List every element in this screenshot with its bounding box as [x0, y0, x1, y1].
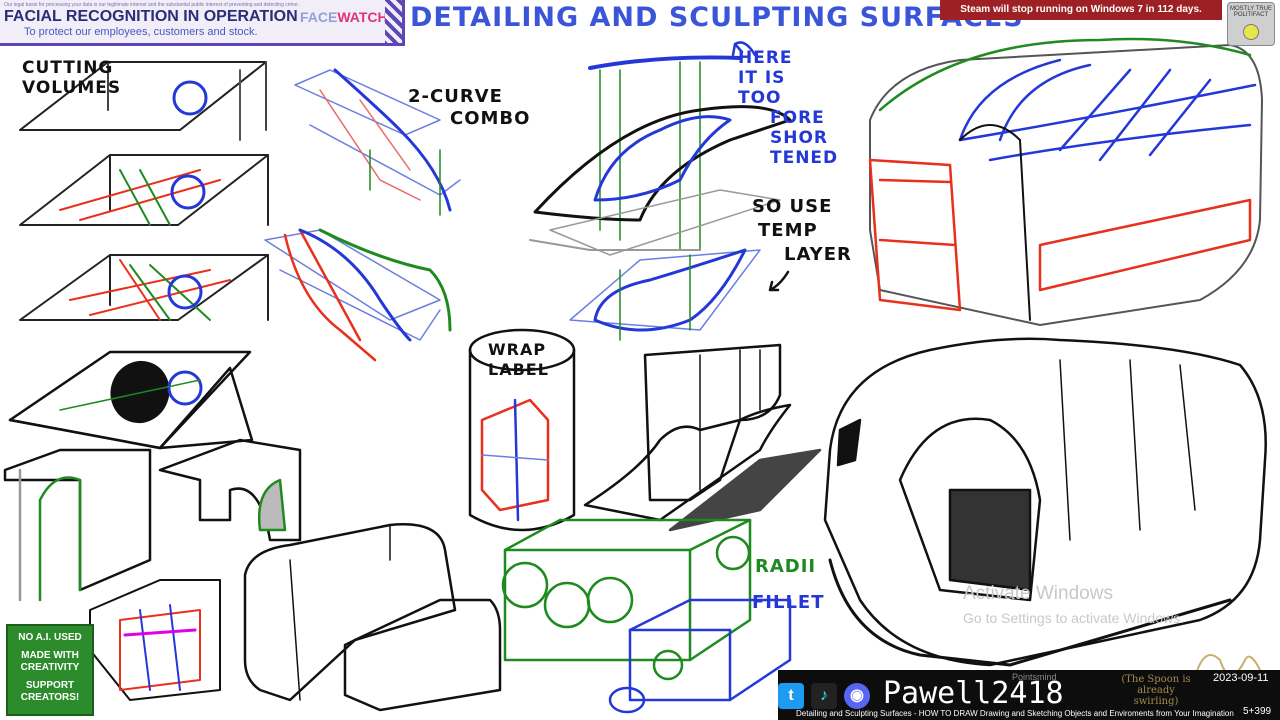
cutting-volume-box-4: [8, 350, 254, 450]
banner-subline: To protect our employees, customers and …: [24, 26, 258, 38]
steam-notice[interactable]: Steam will stop running on Windows 7 in …: [940, 0, 1222, 20]
banner-headline: FACIAL RECOGNITION IN OPERATION: [4, 8, 298, 25]
label-foreshortened: HERE IT IS TOO FORE SHOR TENED: [738, 48, 839, 168]
fillet-box: [608, 598, 792, 714]
activate-windows-subtitle: Go to Settings to activate Windows.: [963, 610, 1184, 626]
label-wrap-label: WRAP LABEL: [488, 340, 549, 379]
points-label: Pointsmind: [1012, 672, 1057, 682]
stream-date: 2023-09-11: [1213, 672, 1269, 684]
label-radii: RADII: [755, 556, 817, 577]
mostly-true-badge: MOSTLY TRUE POLITIFACT: [1227, 2, 1275, 46]
stepped-box-shape: [243, 523, 502, 712]
radii-box: [501, 518, 752, 662]
facewatch-logo: FACEWATCH: [300, 9, 388, 25]
arrow-temp: [768, 270, 790, 292]
page-title: DETAILING AND SCULPTING SURFACES: [410, 2, 1024, 33]
twitter-icon[interactable]: t: [778, 683, 804, 709]
frame-counter: 5+399: [1243, 706, 1272, 717]
spoon-caption: (The Spoon is already swirling): [1121, 674, 1191, 707]
no-ai-badge: NO A.I. USED MADE WITH CREATIVITY SUPPORT …: [6, 624, 94, 716]
label-two-curve: 2-CURVE COMBO: [408, 86, 531, 129]
arch-shape-left: [3, 448, 152, 602]
label-cutting-volumes: CUTTING VOLUMES: [22, 58, 122, 98]
video-caption: Detailing and Sculpting Surfaces - HOW T…: [796, 709, 1234, 718]
cutting-volume-box-3: [19, 254, 269, 321]
bus-sketch-top: [868, 37, 1263, 326]
facial-recognition-banner: Our legal basis for processing your data…: [0, 0, 405, 46]
label-temp-layer: SO USE TEMP LAYER: [752, 196, 852, 265]
tiktok-icon[interactable]: ♪: [811, 683, 837, 709]
arch-shape-right: [158, 438, 302, 542]
discord-icon[interactable]: ◉: [844, 683, 870, 709]
banner-stripe: [385, 0, 402, 43]
label-fillet: FILLET: [752, 592, 825, 613]
cutting-volume-box-2: [19, 154, 269, 226]
arch-shape-colored: [89, 579, 221, 701]
curved-wall-shape: [583, 343, 822, 532]
temp-layer-shape: [569, 248, 761, 341]
meter-icon: [1243, 24, 1259, 40]
two-curve-bottom: [264, 228, 452, 362]
activate-windows-title: Activate Windows: [963, 583, 1113, 604]
